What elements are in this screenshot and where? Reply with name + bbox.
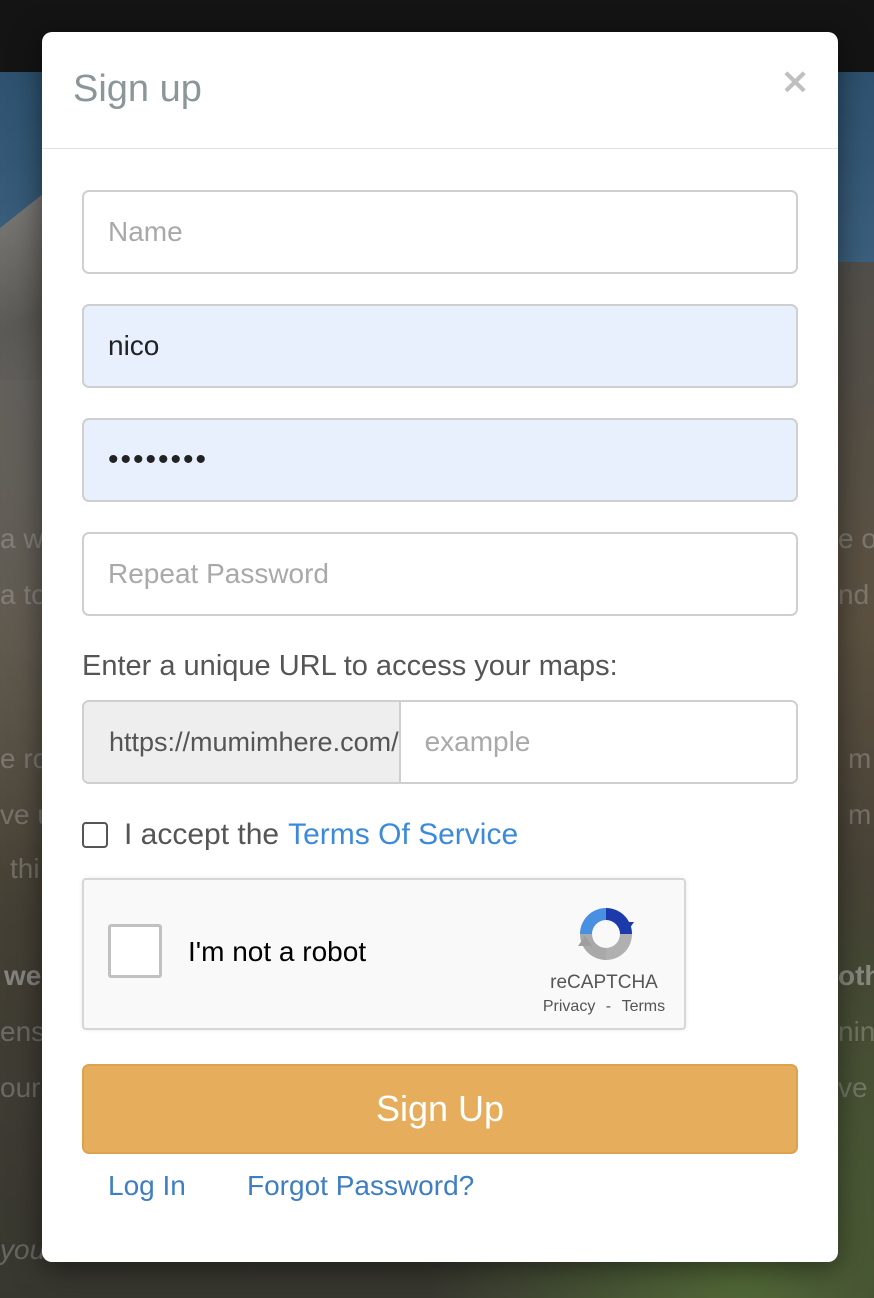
recaptcha-brand: reCAPTCHA [550, 972, 658, 993]
password-input[interactable]: •••••••• [82, 418, 798, 502]
name-input[interactable] [82, 190, 798, 274]
signup-modal: Sign up × •••••••• Enter a unique URL to… [42, 32, 838, 1262]
recaptcha-checkbox[interactable] [108, 924, 162, 978]
recaptcha-label: I'm not a robot [188, 936, 367, 967]
terms-checkbox[interactable] [82, 822, 108, 848]
url-label: Enter a unique URL to access your maps: [82, 650, 618, 682]
url-input-group: https://mumimhere.com/ [82, 700, 798, 784]
terms-row: I accept the Terms Of Service [82, 818, 518, 852]
recaptcha-terms-link[interactable]: Terms [622, 998, 666, 1015]
login-link[interactable]: Log In [108, 1170, 186, 1202]
url-prefix: https://mumimhere.com/ [84, 702, 401, 782]
recaptcha-links: Privacy - Terms [524, 998, 684, 1016]
modal-header: Sign up × [42, 32, 838, 149]
terms-link[interactable]: Terms Of Service [288, 818, 518, 852]
forgot-password-link[interactable]: Forgot Password? [247, 1170, 474, 1202]
recaptcha-privacy-link[interactable]: Privacy [543, 998, 595, 1015]
sign-up-button[interactable]: Sign Up [82, 1064, 798, 1154]
modal-title: Sign up [73, 68, 202, 110]
close-icon[interactable]: × [780, 62, 810, 102]
recaptcha-widget: I'm not a robot reCAPTCHA Privacy - Term… [82, 878, 686, 1030]
recaptcha-logo-icon [578, 908, 634, 960]
terms-label: I accept the [124, 818, 280, 851]
url-slug-input[interactable] [400, 702, 796, 782]
recaptcha-separator: - [605, 998, 612, 1015]
repeat-password-input[interactable] [82, 532, 798, 616]
username-input[interactable] [82, 304, 798, 388]
